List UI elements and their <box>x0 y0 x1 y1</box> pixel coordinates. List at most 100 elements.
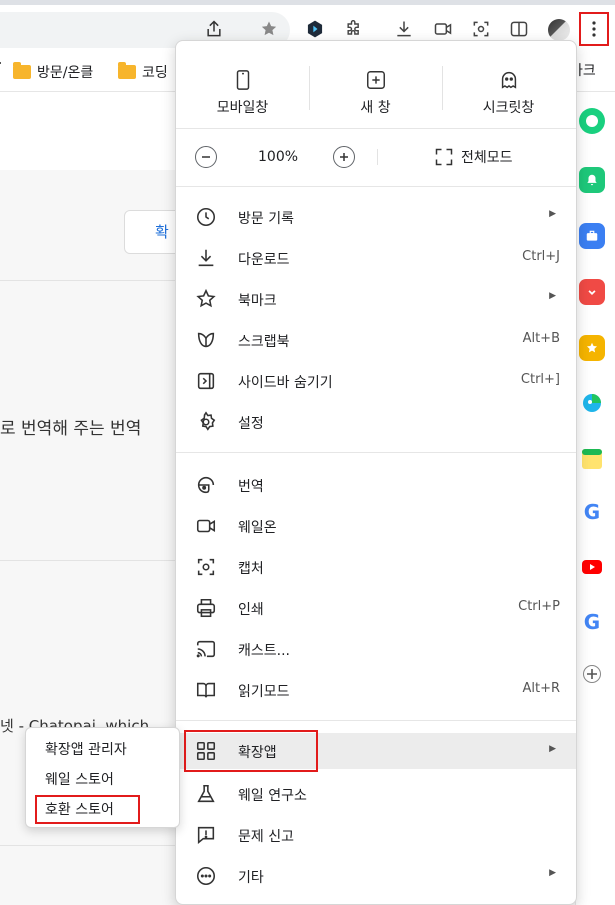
plus-icon <box>340 153 348 161</box>
fullscreen-label: 전체모드 <box>461 150 513 166</box>
book-icon <box>196 682 216 698</box>
menu-item-label: 웨일 연구소 <box>238 788 307 804</box>
menu-item-downloads[interactable]: 다운로드 Ctrl+J <box>176 237 576 278</box>
menu-item-label: 웨일온 <box>238 520 277 536</box>
google-app-icon[interactable]: G <box>579 609 605 635</box>
page-divider <box>0 280 175 281</box>
bookmark-star-icon[interactable] <box>255 15 283 43</box>
video-icon <box>196 519 216 533</box>
bookmark-folder-coding[interactable]: 코딩 <box>118 62 168 82</box>
menu-item-label: 번역 <box>238 479 264 495</box>
page-header-area <box>0 92 175 170</box>
add-app-icon[interactable] <box>583 665 601 683</box>
menu-item-bookmarks[interactable]: 북마크 ▶ <box>176 278 576 319</box>
extension-hex-icon[interactable] <box>301 15 329 43</box>
briefcase-app-icon[interactable] <box>579 223 605 249</box>
menu-item-label: 방문 기록 <box>238 211 294 227</box>
shortcut-label: Ctrl+J <box>522 249 560 264</box>
secret-window-button[interactable]: 시크릿창 <box>442 69 575 117</box>
zoom-row: 100% 전체모드 <box>176 129 576 187</box>
submenu-item-whale-store[interactable]: 웨일 스토어 <box>45 769 114 789</box>
shortcut-label: Ctrl+P <box>518 599 560 614</box>
menu-divider <box>176 452 576 453</box>
menu-item-label: 읽기모드 <box>238 684 290 700</box>
menu-item-label: 문제 신고 <box>238 829 294 845</box>
new-window-label: 새 창 <box>360 100 391 116</box>
menu-item-label: 사이드바 숨기기 <box>238 375 333 391</box>
star-app-icon[interactable] <box>579 335 605 361</box>
highlight-box-compat-store <box>35 795 140 824</box>
menu-item-label: 북마크 <box>238 293 277 309</box>
bookmark-folder-visit[interactable]: 방문/온클 <box>13 62 93 82</box>
submenu-item-extension-manager[interactable]: 확장앱 관리자 <box>45 739 127 759</box>
shortcut-label: Alt+B <box>522 331 560 346</box>
fullscreen-button[interactable]: 전체모드 <box>434 147 513 167</box>
youtube-app-icon[interactable] <box>579 554 605 580</box>
bell-app-icon[interactable] <box>579 167 605 193</box>
menu-item-report[interactable]: 문제 신고 <box>176 814 576 855</box>
zoom-in-button[interactable] <box>333 146 355 168</box>
sidebar-icon <box>197 372 215 390</box>
more-vert-icon <box>592 21 596 37</box>
zoom-level: 100% <box>258 149 299 165</box>
highlight-box-extensions <box>184 730 318 772</box>
download-icon[interactable] <box>390 15 418 43</box>
pocket-app-icon[interactable] <box>579 279 605 305</box>
main-menu-button[interactable] <box>579 12 609 46</box>
mobile-icon <box>236 70 249 90</box>
share-icon[interactable] <box>200 15 228 43</box>
green-circle-app-icon[interactable] <box>579 108 605 134</box>
menu-item-cast[interactable]: 캐스트... <box>176 628 576 669</box>
menu-item-capture[interactable]: 캡처 <box>176 546 576 587</box>
capture-icon <box>197 558 215 576</box>
more-horiz-circle-icon <box>196 866 216 886</box>
menu-item-label: 다운로드 <box>238 252 290 268</box>
page-divider <box>0 845 175 846</box>
submenu-arrow-icon: ▶ <box>549 744 556 754</box>
menu-item-print[interactable]: 인쇄 Ctrl+P <box>176 587 576 628</box>
menu-item-history[interactable]: 방문 기록 ▶ <box>176 196 576 237</box>
menu-item-whaleon[interactable]: 웨일온 <box>176 505 576 546</box>
zoom-out-button[interactable] <box>195 146 217 168</box>
menu-item-lab[interactable]: 웨일 연구소 <box>176 773 576 814</box>
puzzle-icon[interactable] <box>340 15 368 43</box>
page-text: 로 번역해 주는 번역 <box>0 419 142 439</box>
new-window-button[interactable]: 새 창 <box>309 69 442 117</box>
google-app-icon[interactable]: G <box>579 499 605 525</box>
video-icon[interactable] <box>429 15 457 43</box>
star-icon <box>196 288 216 308</box>
menu-item-hide-sidebar[interactable]: 사이드바 숨기기 Ctrl+] <box>176 360 576 401</box>
clock-icon <box>196 207 216 227</box>
menu-item-reading-mode[interactable]: 읽기모드 Alt+R <box>176 669 576 710</box>
menu-item-label: 설정 <box>238 416 264 432</box>
menu-item-label: 인쇄 <box>238 602 264 618</box>
minus-icon <box>202 156 210 158</box>
bookmark-separator <box>0 62 1 64</box>
page-divider <box>0 560 175 561</box>
menu-item-settings[interactable]: 설정 <box>176 401 576 442</box>
submenu-arrow-icon: ▶ <box>549 868 556 878</box>
download-icon <box>198 249 214 267</box>
papago-app-icon[interactable] <box>579 390 605 416</box>
secret-window-label: 시크릿창 <box>482 100 535 116</box>
separator <box>377 149 378 165</box>
submenu-arrow-icon: ▶ <box>549 209 556 219</box>
mobile-window-button[interactable]: 모바일창 <box>176 69 309 117</box>
bookmark-label: 코딩 <box>142 65 168 81</box>
capture-icon[interactable] <box>467 15 495 43</box>
mobile-window-label: 모바일창 <box>216 100 269 116</box>
right-sidebar: G G <box>575 92 615 905</box>
menu-item-label: 기타 <box>238 870 264 886</box>
main-menu: 모바일창 새 창 시크릿창 100% 전체모드 방문 기록 ▶ 다운로드 Ctr… <box>175 40 577 905</box>
split-view-icon[interactable] <box>505 15 533 43</box>
scrapbook-icon <box>197 332 215 348</box>
memo-app-icon[interactable] <box>579 446 605 472</box>
menu-item-translate[interactable]: 번역 <box>176 464 576 505</box>
folder-icon <box>118 62 136 79</box>
menu-item-more[interactable]: 기타 ▶ <box>176 855 576 896</box>
report-icon <box>197 826 215 844</box>
profile-avatar[interactable] <box>548 19 570 41</box>
menu-item-label: 캡처 <box>238 561 264 577</box>
menu-item-label: 스크랩북 <box>238 334 290 350</box>
menu-item-scrapbook[interactable]: 스크랩북 Alt+B <box>176 319 576 360</box>
